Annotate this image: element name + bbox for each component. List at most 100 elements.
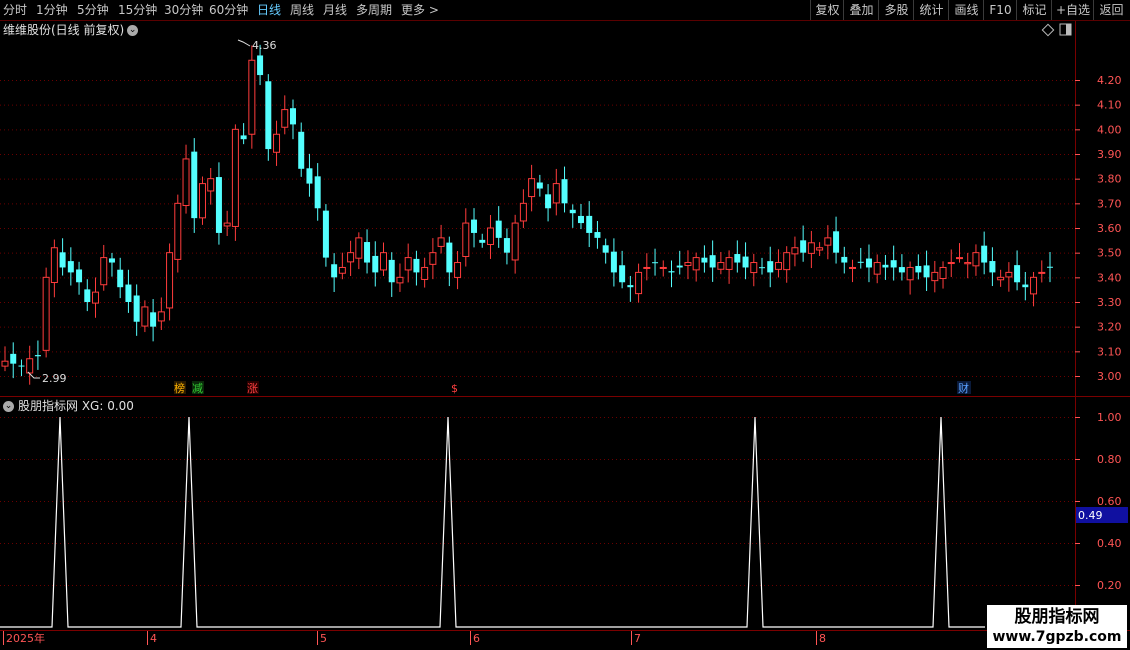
candle <box>355 232 363 270</box>
candle <box>388 252 395 297</box>
candle <box>528 164 536 212</box>
candle <box>1022 271 1029 301</box>
candle <box>471 208 478 248</box>
candle <box>117 257 124 299</box>
candle <box>223 210 231 237</box>
candle <box>873 254 881 284</box>
low-price-label: 2.99 <box>42 372 67 385</box>
candle <box>306 153 313 197</box>
chevron-down-icon[interactable]: ⌄ <box>3 401 14 412</box>
candle <box>701 245 708 273</box>
candle <box>281 95 289 135</box>
candle <box>454 250 462 290</box>
candle <box>824 225 832 260</box>
candle <box>84 279 91 312</box>
candle <box>519 189 527 229</box>
candle <box>857 247 864 269</box>
xg-signal-path <box>0 416 985 628</box>
candle <box>964 252 972 279</box>
candle <box>742 242 749 280</box>
date-label-aug: 8 <box>819 632 826 645</box>
candle <box>627 275 634 302</box>
candle <box>125 269 132 313</box>
candle <box>536 174 543 197</box>
price-tick-label: 4.00 <box>1097 123 1122 136</box>
candle <box>133 284 140 336</box>
candle <box>231 124 239 241</box>
indicator-axis: 1.00 0.80 0.60 0.40 0.20 <box>1097 411 1122 592</box>
candle <box>569 204 576 228</box>
candle <box>511 214 519 274</box>
candle <box>18 359 25 377</box>
candle <box>997 269 1005 287</box>
candle <box>890 245 897 281</box>
chevron-down-icon[interactable]: ⌄ <box>127 25 139 36</box>
candle <box>635 263 643 303</box>
candle <box>841 246 848 274</box>
candle <box>34 340 41 370</box>
stock-name: 维维股份(日线 前复权) <box>3 23 125 37</box>
indicator-tick-label: 0.40 <box>1097 537 1122 550</box>
candle <box>100 244 108 291</box>
chart-corner-icons[interactable] <box>1041 23 1072 37</box>
candle <box>833 216 840 264</box>
price-tick-label: 3.10 <box>1097 345 1122 358</box>
candle <box>676 250 683 275</box>
candle <box>503 228 510 265</box>
date-label-jul: 7 <box>634 632 641 645</box>
candle <box>76 261 83 295</box>
watermark: 股朋指标网 www.7gpzb.com <box>987 605 1127 648</box>
event-marker-cai[interactable]: 财 <box>958 381 969 395</box>
candle <box>298 122 305 177</box>
candle <box>248 45 256 149</box>
candle <box>157 297 165 331</box>
candle <box>989 247 996 287</box>
candle <box>972 244 980 276</box>
event-marker-dollar[interactable]: $ <box>451 382 458 395</box>
candle <box>577 203 584 230</box>
candle <box>273 120 281 166</box>
candle <box>331 253 338 293</box>
price-tick-label: 3.20 <box>1097 321 1122 334</box>
candle <box>182 144 190 214</box>
candle <box>42 267 50 358</box>
candle <box>750 253 758 287</box>
event-marker-bang[interactable]: 榜 <box>174 381 185 395</box>
candle <box>59 238 66 276</box>
candle <box>141 300 149 333</box>
candle <box>1005 262 1013 292</box>
candle <box>1038 260 1046 283</box>
candle <box>372 241 379 287</box>
candle <box>347 240 355 276</box>
price-tick-label: 3.70 <box>1097 197 1122 210</box>
candle <box>437 224 445 254</box>
candle <box>783 246 791 283</box>
candle <box>380 242 388 276</box>
kline-chart[interactable]: 4.20 4.10 4.00 3.90 3.80 3.70 3.60 3.50 3.40 3.30… <box>0 0 1130 650</box>
candle <box>816 242 824 256</box>
watermark-line1: 股朋指标网 <box>1014 607 1100 627</box>
candle <box>545 184 552 222</box>
date-label-2025: 2025年 <box>6 631 45 645</box>
low-price-annotation: 2.99 <box>27 371 67 385</box>
candle <box>610 238 617 287</box>
date-axis: 2025年 4 5 6 7 8 <box>3 631 826 645</box>
candle <box>289 99 296 140</box>
candle <box>659 260 667 277</box>
candle <box>404 243 412 283</box>
event-marker-jian[interactable]: 减 <box>192 382 203 395</box>
indicator-tick-label: 0.20 <box>1097 579 1122 592</box>
candle <box>643 253 651 281</box>
price-tick-label: 3.80 <box>1097 173 1122 186</box>
price-tick-label: 3.60 <box>1097 222 1122 235</box>
candle <box>50 239 58 298</box>
date-label-apr: 4 <box>150 632 157 645</box>
candle <box>865 244 872 283</box>
diamond-icon <box>1041 23 1055 37</box>
candle <box>396 263 404 292</box>
candle <box>26 345 34 385</box>
date-label-may: 5 <box>320 632 327 645</box>
event-marker-zhang[interactable]: 涨 <box>247 382 258 395</box>
candle <box>906 261 914 295</box>
candle <box>191 138 198 233</box>
